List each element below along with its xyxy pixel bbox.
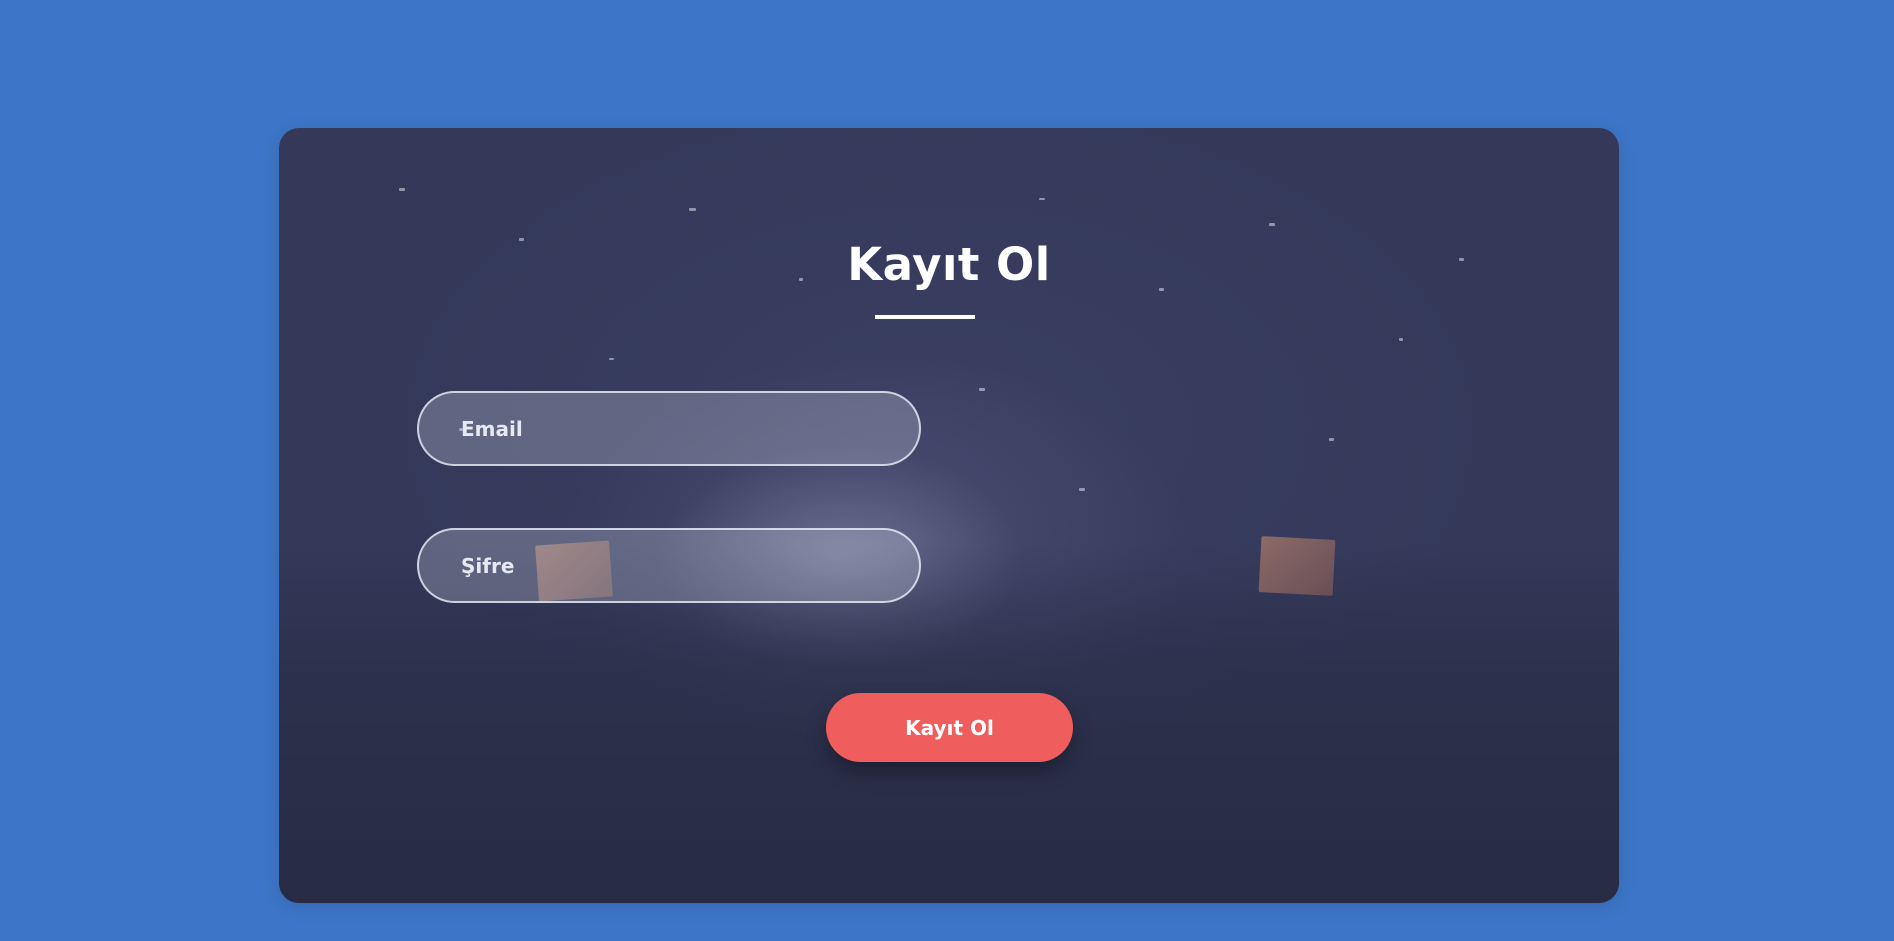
confetti — [1039, 198, 1045, 200]
title-underline — [875, 315, 975, 319]
confetti — [979, 388, 985, 391]
confetti — [1269, 223, 1275, 226]
password-field-wrapper — [417, 528, 921, 603]
confetti — [609, 358, 614, 360]
email-field-wrapper — [417, 391, 921, 466]
confetti — [1399, 338, 1403, 341]
page-title: Kayıt Ol — [847, 238, 1051, 291]
signup-card: Kayıt Ol Kayıt Ol — [279, 128, 1619, 903]
email-input[interactable] — [419, 393, 919, 464]
crowd-sign-right — [1258, 536, 1336, 596]
confetti — [1079, 488, 1085, 491]
confetti — [1329, 438, 1334, 441]
password-input[interactable] — [419, 530, 919, 601]
confetti — [399, 188, 405, 191]
signup-button[interactable]: Kayıt Ol — [826, 693, 1073, 762]
confetti — [689, 208, 696, 211]
